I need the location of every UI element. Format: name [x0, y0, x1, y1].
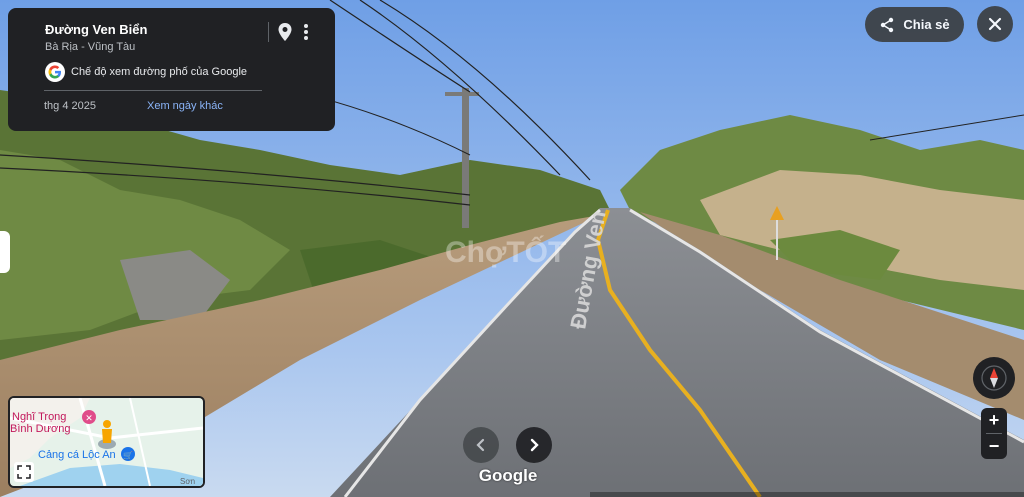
attribution-bar [590, 492, 1024, 497]
minimap-poi-2: Cảng cá Lộc An [38, 449, 116, 461]
minimap[interactable]: ✕ 🛒 Nghĩ Trọng Bình Dương Cảng cá Lộc An… [8, 396, 205, 488]
google-logo: Google [478, 466, 538, 485]
prev-photo-button[interactable] [463, 427, 499, 463]
compass-button[interactable] [973, 357, 1015, 399]
svg-text:✕: ✕ [85, 414, 93, 424]
zoom-control: + − [981, 408, 1007, 459]
side-panel-handle[interactable] [0, 231, 10, 273]
zoom-in-button[interactable]: + [981, 408, 1007, 433]
see-other-dates-link[interactable]: Xem ngày khác [147, 100, 223, 112]
chevron-left-icon [476, 438, 485, 452]
next-photo-button[interactable] [516, 427, 552, 463]
compass-icon [981, 365, 1007, 391]
share-label: Chia sẻ [903, 17, 950, 32]
watermark-text: ChợTỐT [445, 235, 566, 269]
location-info-card: Đường Ven Biển Bà Rịa - Vũng Tàu Chế độ … [8, 8, 335, 131]
card-divider [268, 22, 269, 42]
minimap-edge-label: Sơn [180, 477, 195, 486]
share-icon [881, 17, 894, 32]
streetview-mode-label: Chế độ xem đường phố của Google [71, 66, 248, 78]
minimap-poi-1: Nghĩ Trọng [12, 411, 66, 423]
minimap-poi-1b: Bình Dương [10, 423, 70, 435]
card-separator [44, 90, 262, 91]
zoom-out-button[interactable]: − [981, 434, 1007, 459]
location-subtitle: Bà Rịa - Vũng Tàu [45, 41, 136, 53]
streetview-mode-row: Chế độ xem đường phố của Google [45, 62, 247, 82]
svg-text:🛒: 🛒 [123, 450, 133, 460]
location-title: Đường Ven Biển [45, 22, 148, 37]
pin-icon[interactable] [276, 22, 294, 42]
share-button[interactable]: Chia sẻ [865, 7, 964, 42]
close-button[interactable] [977, 6, 1013, 42]
chevron-right-icon [530, 438, 539, 452]
fullscreen-icon[interactable] [14, 462, 34, 482]
more-vert-icon[interactable] [300, 22, 312, 42]
google-g-icon [45, 62, 65, 82]
capture-date: thg 4 2025 [44, 100, 96, 112]
pegman-icon[interactable] [102, 420, 112, 443]
close-icon [988, 17, 1002, 31]
